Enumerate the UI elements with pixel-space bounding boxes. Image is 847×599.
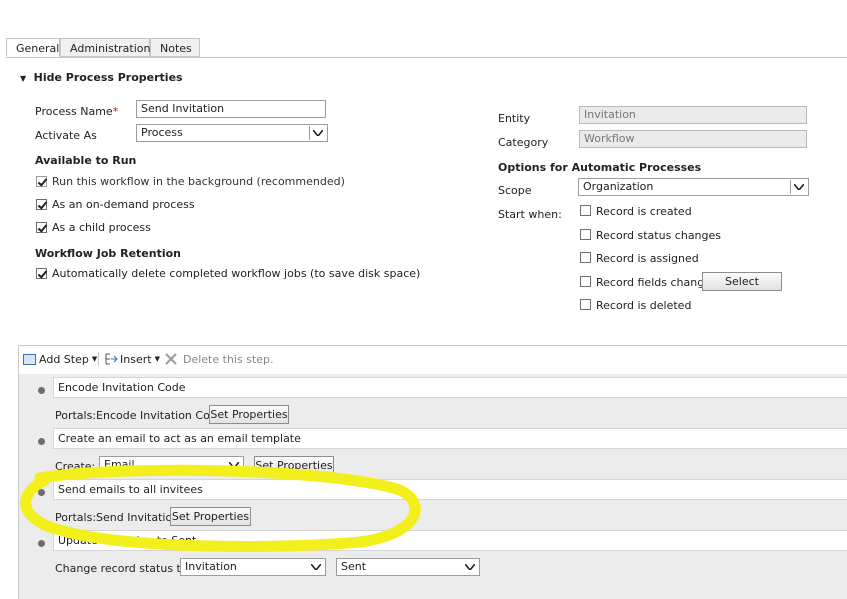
tab-administration-label: Administration <box>70 42 151 55</box>
start-when-label: Start when: <box>498 208 562 221</box>
status-entity-select[interactable]: Invitation <box>180 558 326 576</box>
category-label: Category <box>498 136 549 149</box>
process-name-input[interactable]: Send Invitation <box>136 100 326 118</box>
chevron-down-icon <box>790 180 807 194</box>
step-title-row[interactable]: Update Invitation to Sent <box>53 530 847 551</box>
chevron-down-icon <box>309 126 326 140</box>
tab-divider <box>6 57 847 58</box>
create-entity-select[interactable]: Email <box>99 456 244 474</box>
tab-general-label: General <box>16 42 60 55</box>
scope-select[interactable]: Organization <box>578 178 809 196</box>
status-value-select[interactable]: Sent <box>336 558 480 576</box>
collapse-toggle[interactable]: ▼ Hide Process Properties <box>20 71 183 84</box>
trigger-created-checkbox[interactable] <box>580 205 591 216</box>
triangle-down-icon: ▼ <box>20 74 27 83</box>
run-background-label: Run this workflow in the background (rec… <box>52 175 345 188</box>
activate-as-value: Process <box>141 126 183 139</box>
step-detail-label: Change record status to: <box>55 562 192 575</box>
category-field: Workflow <box>579 130 807 148</box>
trigger-deleted-label: Record is deleted <box>596 299 692 312</box>
child-process-label: As a child process <box>52 221 151 234</box>
add-step-icon <box>23 353 36 365</box>
step-detail-label: Create: <box>55 460 96 473</box>
insert-icon <box>105 353 118 365</box>
caret-down-icon: ▼ <box>91 355 98 363</box>
required-asterisk: * <box>112 105 119 118</box>
entity-field: Invitation <box>579 106 807 124</box>
entity-label: Entity <box>498 112 531 125</box>
select-fields-button[interactable]: Select <box>702 272 782 291</box>
auto-delete-label: Automatically delete completed workflow … <box>52 267 421 280</box>
chevron-down-icon <box>226 458 242 472</box>
trigger-assigned-checkbox[interactable] <box>580 252 591 263</box>
caret-down-icon: ▼ <box>154 355 160 363</box>
step-bullet <box>38 387 45 394</box>
chevron-down-icon <box>462 560 478 574</box>
scope-value: Organization <box>583 180 654 193</box>
child-process-checkbox[interactable] <box>36 222 47 233</box>
step-bullet <box>38 540 45 547</box>
tab-general[interactable]: General <box>6 38 60 57</box>
delete-step-label: Delete this step. <box>183 352 274 366</box>
trigger-assigned-label: Record is assigned <box>596 252 699 265</box>
add-step-button[interactable]: Add Step ▼ <box>23 351 97 367</box>
trigger-fields-checkbox[interactable] <box>580 276 591 287</box>
step-title-row[interactable]: Encode Invitation Code <box>53 377 847 398</box>
toolbar-separator <box>98 352 99 366</box>
auto-options-title: Options for Automatic Processes <box>498 161 702 174</box>
run-background-checkbox <box>36 176 47 187</box>
step-detail-label: Portals:Encode Invitation Code <box>55 409 224 422</box>
step-detail-label: Portals:Send Invitation <box>55 511 180 524</box>
available-to-run-title: Available to Run <box>35 154 137 167</box>
set-properties-button[interactable]: Set Properties <box>254 456 334 475</box>
activate-as-select[interactable]: Process <box>136 124 328 142</box>
trigger-created-label: Record is created <box>596 205 692 218</box>
retention-title: Workflow Job Retention <box>35 247 181 260</box>
insert-button[interactable]: Insert ▼ <box>105 351 160 367</box>
properties-header: Hide Process Properties <box>33 71 183 84</box>
delete-step-button[interactable]: Delete this step. <box>165 351 274 367</box>
tab-notes-label: Notes <box>160 42 192 55</box>
on-demand-label: As an on-demand process <box>52 198 195 211</box>
tab-notes[interactable]: Notes <box>150 38 200 57</box>
trigger-fields-label: Record fields change <box>596 276 711 289</box>
trigger-status-label: Record status changes <box>596 229 722 242</box>
step-bullet <box>38 438 45 445</box>
step-title-row[interactable]: Create an email to act as an email templ… <box>53 428 847 449</box>
scope-label: Scope <box>498 184 532 197</box>
auto-delete-checkbox[interactable] <box>36 268 47 279</box>
insert-label: Insert <box>120 352 152 366</box>
step-title-row[interactable]: Send emails to all invitees <box>53 479 847 500</box>
workflow-toolbar: Add Step ▼ Insert ▼ Delete this step. <box>19 346 847 370</box>
activate-as-label: Activate As <box>35 129 97 142</box>
trigger-status-checkbox[interactable] <box>580 229 591 240</box>
on-demand-checkbox[interactable] <box>36 199 47 210</box>
trigger-deleted-checkbox[interactable] <box>580 299 591 310</box>
set-properties-button[interactable]: Set Properties <box>209 405 289 424</box>
step-bullet <box>38 489 45 496</box>
create-entity-value: Email <box>104 458 135 471</box>
close-icon <box>165 353 177 365</box>
set-properties-button[interactable]: Set Properties <box>170 507 251 526</box>
process-name-label: Process Name* <box>35 105 119 118</box>
add-step-label: Add Step <box>39 352 89 366</box>
status-entity-value: Invitation <box>185 560 237 573</box>
status-value: Sent <box>341 560 367 573</box>
chevron-down-icon <box>308 560 324 574</box>
tab-administration[interactable]: Administration <box>60 38 151 57</box>
